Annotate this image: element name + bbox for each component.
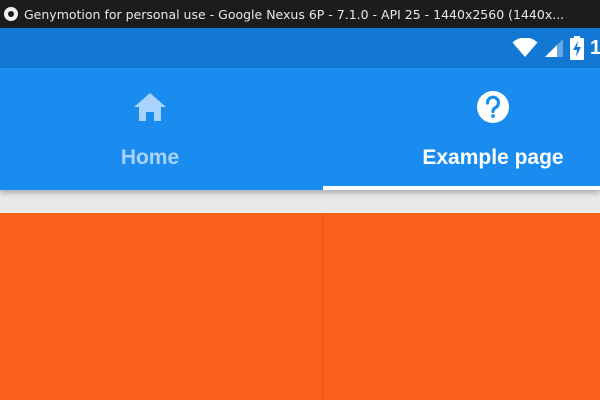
content-divider xyxy=(322,213,323,400)
window-title: Genymotion for personal use - Google Nex… xyxy=(24,6,565,22)
help-circle-icon xyxy=(477,91,509,123)
home-icon xyxy=(134,93,166,121)
battery-charging-icon xyxy=(570,36,584,60)
android-status-bar: 1 xyxy=(0,28,600,68)
genymotion-app-icon xyxy=(4,7,18,21)
wifi-icon xyxy=(512,38,538,57)
status-clock: 1 xyxy=(590,36,600,59)
cell-signal-icon xyxy=(545,39,563,57)
bottom-navigation-tabs: Home Example page xyxy=(0,68,600,190)
tab-home[interactable]: Home xyxy=(0,68,300,190)
selected-tab-indicator xyxy=(323,186,600,190)
tab-home-label: Home xyxy=(120,146,180,169)
status-icons: 1 xyxy=(512,36,600,60)
emulator-title-bar: Genymotion for personal use - Google Nex… xyxy=(0,0,600,28)
example-page-panel[interactable] xyxy=(0,213,600,400)
tab-example-page-label: Example page xyxy=(422,146,564,169)
tab-example-page[interactable]: Example page xyxy=(323,68,600,190)
page-content xyxy=(0,190,600,400)
